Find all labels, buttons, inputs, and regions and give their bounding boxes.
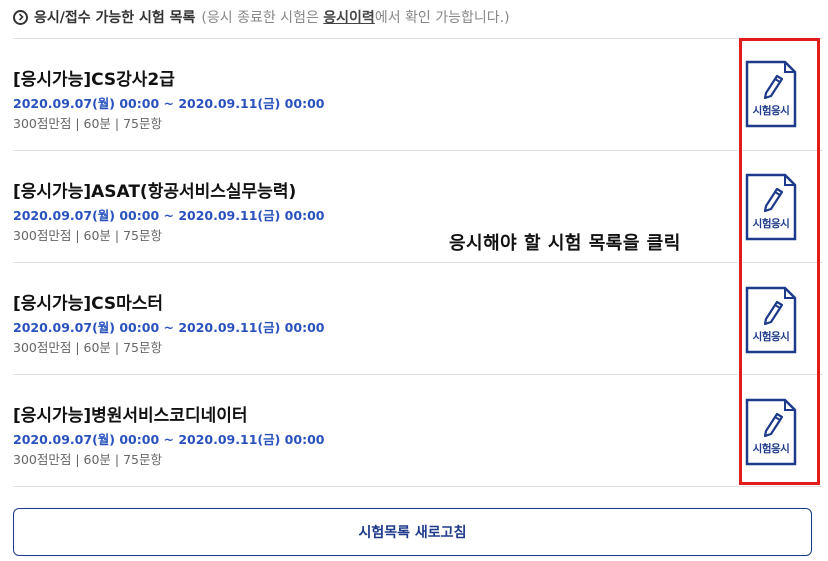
- refresh-list-button[interactable]: 시험목록 새로고침: [13, 508, 812, 556]
- start-exam-button[interactable]: 시험응시: [745, 398, 797, 466]
- section-note: (응시 종료한 시험은 응시이력에서 확인 가능합니다.): [201, 10, 510, 26]
- exam-name: [응시가능]ASAT(항공서비스실무능력): [13, 182, 297, 202]
- exam-meta: 300점만점 | 60분 | 75문항: [13, 340, 162, 355]
- start-exam-label: 시험응시: [752, 105, 790, 117]
- exam-meta: 300점만점 | 60분 | 75문항: [13, 116, 162, 131]
- section-header: 응시/접수 가능한 시험 목록 (응시 종료한 시험은 응시이력에서 확인 가능…: [13, 6, 510, 28]
- exam-item: [응시가능]CS마스터 2020.09.07(월) 00:00 ~ 2020.0…: [13, 263, 823, 375]
- start-exam-label: 시험응시: [752, 218, 790, 230]
- exam-period: 2020.09.07(월) 00:00 ~ 2020.09.11(금) 00:0…: [13, 96, 325, 111]
- start-exam-label: 시험응시: [752, 443, 790, 455]
- history-link[interactable]: 응시이력: [323, 10, 375, 26]
- exam-item: [응시가능]CS강사2급 2020.09.07(월) 00:00 ~ 2020.…: [13, 39, 823, 151]
- exam-period: 2020.09.07(월) 00:00 ~ 2020.09.11(금) 00:0…: [13, 208, 325, 223]
- exam-meta: 300점만점 | 60분 | 75문항: [13, 228, 162, 243]
- start-exam-button[interactable]: 시험응시: [745, 60, 797, 128]
- chevron-right-icon: [13, 9, 28, 25]
- annotation-text: 응시해야 할 시험 목록을 클릭: [449, 233, 681, 254]
- start-exam-button[interactable]: 시험응시: [745, 286, 797, 354]
- section-title: 응시/접수 가능한 시험 목록: [34, 10, 196, 26]
- exam-item: [응시가능]ASAT(항공서비스실무능력) 2020.09.07(월) 00:0…: [13, 151, 823, 263]
- exam-period: 2020.09.07(월) 00:00 ~ 2020.09.11(금) 00:0…: [13, 320, 325, 335]
- exam-period: 2020.09.07(월) 00:00 ~ 2020.09.11(금) 00:0…: [13, 432, 325, 447]
- start-exam-label: 시험응시: [752, 331, 790, 343]
- exam-item: [응시가능]병원서비스코디네이터 2020.09.07(월) 00:00 ~ 2…: [13, 375, 823, 487]
- exam-name: [응시가능]CS마스터: [13, 294, 164, 314]
- exam-list: [응시가능]CS강사2급 2020.09.07(월) 00:00 ~ 2020.…: [13, 38, 823, 487]
- exam-name: [응시가능]병원서비스코디네이터: [13, 406, 248, 426]
- exam-name: [응시가능]CS강사2급: [13, 70, 175, 90]
- start-exam-button[interactable]: 시험응시: [745, 173, 797, 241]
- exam-meta: 300점만점 | 60분 | 75문항: [13, 452, 162, 467]
